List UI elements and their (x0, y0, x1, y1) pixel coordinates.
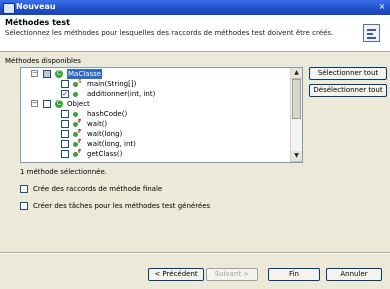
checkbox-wait-long-int[interactable] (61, 140, 69, 148)
checkbox-object[interactable] (43, 100, 51, 108)
tasks-label: Créer des tâches pour les méthodes test … (33, 202, 211, 210)
final-marker-icon: F (78, 139, 82, 145)
tree-item-label: getClass() (87, 150, 123, 158)
next-button[interactable]: Suivant > (206, 268, 258, 281)
class-icon: C (55, 100, 63, 108)
previous-button[interactable]: < Précédent (148, 268, 204, 281)
scroll-down-icon[interactable]: ▼ (291, 151, 302, 162)
tree-item-label: wait() (87, 120, 108, 128)
checkbox-maclasse[interactable] (43, 70, 51, 78)
tree-item-label: MaClasse (67, 69, 103, 79)
page-title: Méthodes test (5, 18, 70, 27)
checkbox-wait-long[interactable] (61, 130, 69, 138)
collapse-icon[interactable]: − (31, 70, 38, 77)
tree-item-label: additionner(int, int) (87, 90, 156, 98)
checkbox-additionner[interactable]: ✓ (61, 90, 69, 98)
method-icon (73, 92, 78, 97)
eclipse-app-icon (3, 3, 15, 14)
tree-row-wait[interactable]: F wait() (23, 119, 293, 129)
select-all-button[interactable]: Sélectionner tout (309, 67, 387, 80)
tasks-checkbox[interactable] (20, 202, 28, 210)
checkbox-main[interactable] (61, 80, 69, 88)
tree-row-wait-long-int[interactable]: F wait(long, int) (23, 139, 293, 149)
final-marker-icon: F (78, 129, 82, 135)
tree-row-getclass[interactable]: F getClass() (23, 149, 293, 159)
tree-item-label: Object (67, 100, 90, 108)
final-marker-icon: F (78, 119, 82, 125)
checkbox-wait[interactable] (61, 120, 69, 128)
checkbox-getclass[interactable] (61, 150, 69, 158)
window-title: Nouveau (16, 2, 56, 11)
tree-row-object[interactable]: − C Object (23, 99, 293, 109)
tree-item-label: main(String[]) (87, 80, 137, 88)
final-stubs-checkbox[interactable] (20, 185, 28, 193)
tree-item-label: hashCode() (87, 110, 128, 118)
checkbox-hashcode[interactable] (61, 110, 69, 118)
final-marker-icon: F (78, 149, 82, 155)
scroll-thumb[interactable] (292, 79, 301, 119)
tree-item-label: wait(long, int) (87, 140, 136, 148)
class-icon: C (55, 70, 63, 78)
footer-separator (0, 252, 390, 254)
title-bar: Nouveau × (0, 0, 390, 15)
page-description: Sélectionnez les méthodes pour lesquelle… (5, 29, 334, 37)
static-marker-icon: S (78, 79, 82, 85)
available-methods-label: Méthodes disponibles (5, 57, 81, 65)
tree-scrollbar[interactable]: ▲ ▼ (290, 68, 302, 162)
tree-row-hashcode[interactable]: hashCode() (23, 109, 293, 119)
methods-tree[interactable]: − C MaClasse S main(String[]) ✓ addition… (20, 67, 303, 163)
scroll-up-icon[interactable]: ▲ (291, 68, 302, 79)
wizard-header: Méthodes test Sélectionnez les méthodes … (0, 15, 390, 52)
tree-row-maclasse[interactable]: − C MaClasse (23, 69, 293, 79)
tree-item-label: wait(long) (87, 130, 123, 138)
deselect-all-button[interactable]: Désélectionner tout (309, 84, 387, 97)
collapse-icon[interactable]: − (31, 100, 38, 107)
tree-row-wait-long[interactable]: F wait(long) (23, 129, 293, 139)
cancel-button[interactable]: Annuler (326, 268, 382, 281)
tree-row-additionner[interactable]: ✓ additionner(int, int) (23, 89, 293, 99)
tree-row-main[interactable]: S main(String[]) (23, 79, 293, 89)
final-stubs-label: Crée des raccords de méthode finale (33, 185, 163, 193)
wizard-page-icon (363, 24, 380, 42)
selection-status: 1 méthode sélectionnée. (20, 168, 107, 176)
close-icon[interactable]: × (377, 2, 387, 12)
finish-button[interactable]: Fin (268, 268, 320, 281)
